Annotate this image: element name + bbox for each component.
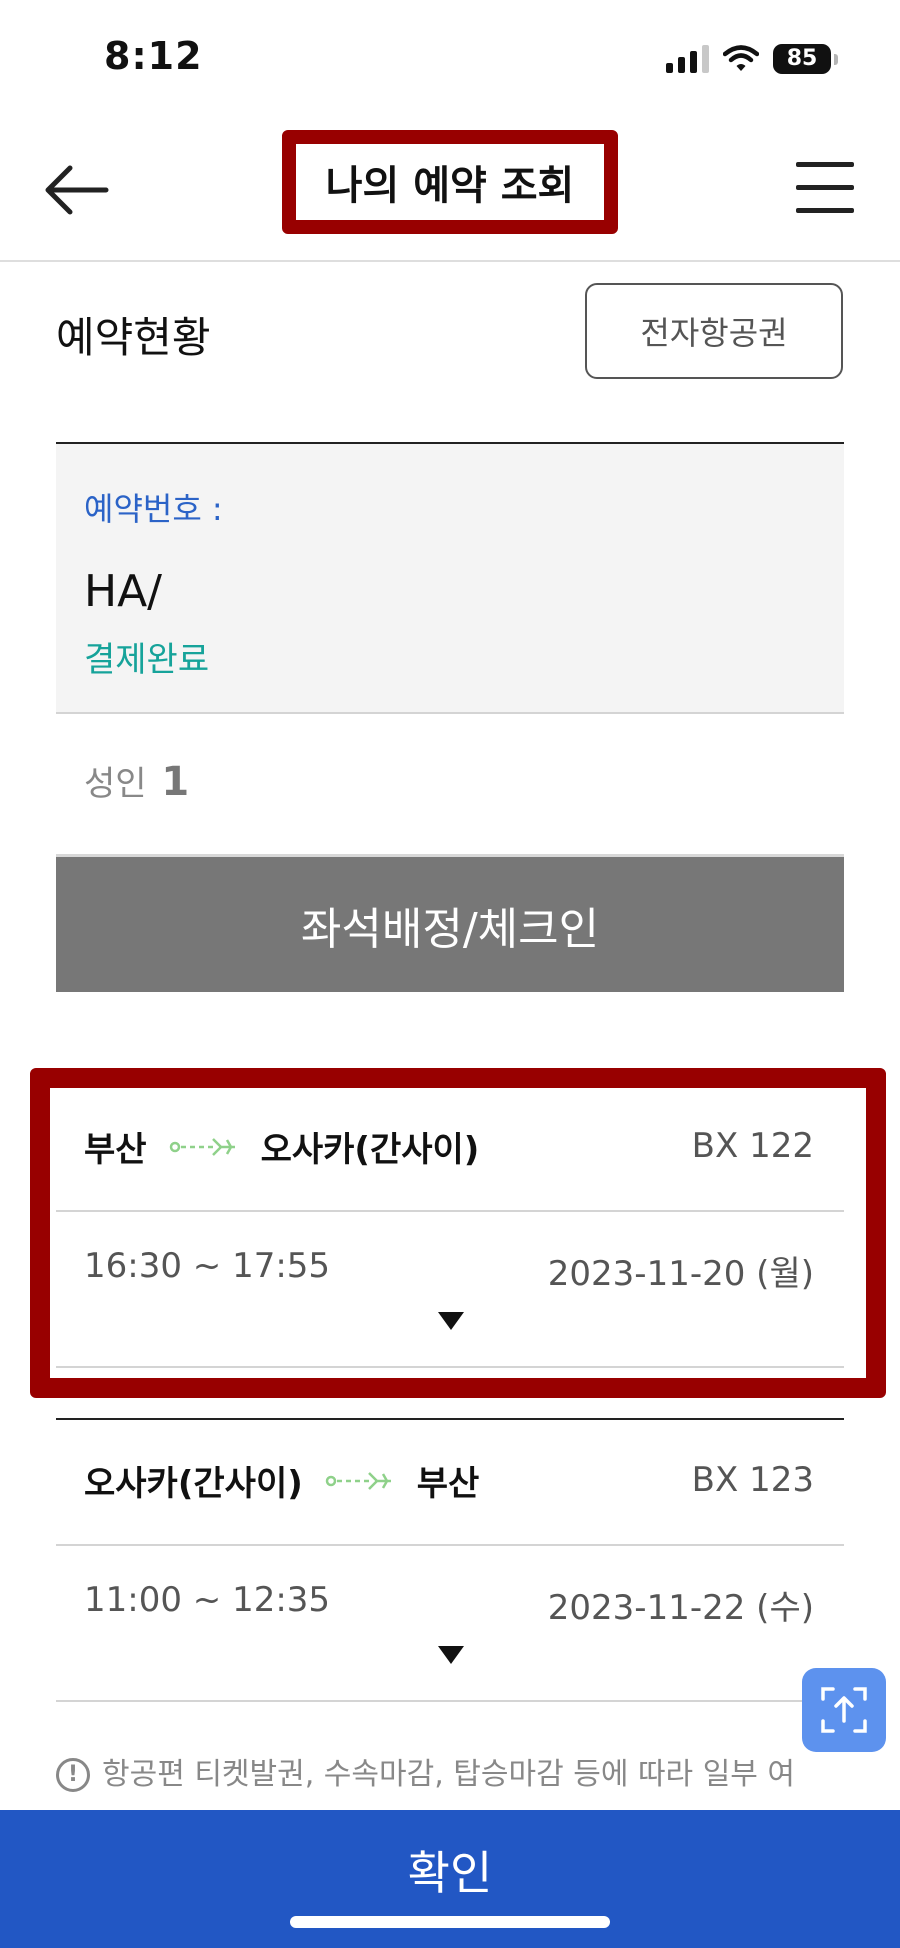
page-title-box: 나의 예약 조회 [282, 130, 618, 234]
wifi-icon [723, 45, 759, 71]
flight-number: BX 123 [691, 1460, 814, 1500]
flight-card-return[interactable]: 오사카(간사이) 부산 BX 123 11:00 ~ 12:35 2023-11… [56, 1418, 844, 1718]
expand-share-icon [821, 1687, 867, 1733]
seat-checkin-button[interactable]: 좌석배정/체크인 [56, 854, 844, 992]
reservation-info: 예약번호 : HA/ 결제완료 [56, 442, 844, 714]
flight-header: 부산 오사카(간사이) BX 122 [56, 1086, 844, 1212]
flight-header: 오사카(간사이) 부산 BX 123 [56, 1420, 844, 1546]
e-ticket-button[interactable]: 전자항공권 [585, 283, 843, 379]
status-icons: 85 [666, 44, 838, 74]
arrival-city: 부산 [416, 1464, 480, 1504]
page-title: 나의 예약 조회 [325, 163, 575, 209]
airplane-route-icon [325, 1471, 391, 1490]
notice-message: 항공편 티켓발권, 수속마감, 탑승마감 등에 따라 일부 여 [102, 1757, 796, 1792]
battery-icon: 85 [773, 44, 838, 74]
section-title: 예약현황 [56, 313, 211, 362]
cellular-signal-icon [666, 45, 709, 73]
share-screen-button[interactable] [802, 1668, 886, 1752]
flight-card-outbound[interactable]: 부산 오사카(간사이) BX 122 16:30 ~ 17:55 2023-11… [56, 1086, 844, 1376]
departure-city: 오사카(간사이) [84, 1464, 303, 1504]
departure-city: 부산 [84, 1130, 147, 1170]
passenger-number: 1 [161, 759, 190, 805]
back-arrow-icon[interactable] [38, 158, 118, 222]
battery-level: 85 [773, 44, 831, 74]
flight-date: 2023-11-20 (월) [547, 1254, 814, 1294]
flight-time: 16:30 ~ 17:55 [84, 1246, 331, 1286]
home-indicator [290, 1916, 610, 1928]
reservation-number: HA/ [84, 566, 163, 617]
reservation-number-label: 예약번호 : [84, 490, 223, 528]
app-header: 나의 예약 조회 [0, 120, 900, 262]
status-bar: 8:12 85 [0, 0, 900, 120]
expand-triangle-icon[interactable] [436, 1308, 466, 1332]
payment-status: 결제완료 [84, 640, 210, 680]
arrival-city: 오사카(간사이) [260, 1130, 480, 1170]
passenger-type: 성인 [84, 764, 147, 804]
airplane-route-icon [169, 1137, 235, 1156]
flight-date: 2023-11-22 (수) [547, 1588, 814, 1628]
status-time: 8:12 [104, 34, 203, 78]
exclamation-circle-icon: ! [56, 1758, 90, 1792]
flight-number: BX 122 [691, 1126, 814, 1166]
divider [56, 1700, 844, 1702]
flight-route: 부산 오사카(간사이) [84, 1122, 479, 1171]
passenger-count: 성인 1 [84, 756, 189, 805]
hamburger-menu-icon[interactable] [796, 162, 854, 214]
divider [56, 1366, 844, 1368]
flight-time: 11:00 ~ 12:35 [84, 1580, 331, 1620]
expand-triangle-icon[interactable] [436, 1642, 466, 1666]
notice-text: ! 항공편 티켓발권, 수속마감, 탑승마감 등에 따라 일부 여 [56, 1754, 844, 1796]
flight-route: 오사카(간사이) 부산 [84, 1456, 479, 1505]
